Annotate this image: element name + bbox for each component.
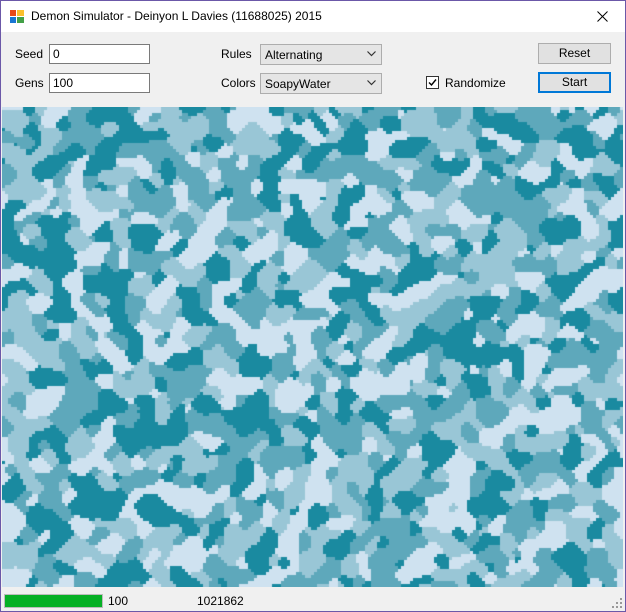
rules-label: Rules	[221, 47, 252, 61]
title-bar: Demon Simulator - Deinyon L Davies (1168…	[1, 1, 625, 32]
simulation-canvas-area[interactable]	[2, 107, 623, 587]
randomize-checkbox[interactable]	[426, 76, 439, 89]
rules-select[interactable]: Alternating	[260, 44, 382, 65]
status-bar: 100 1021862	[1, 590, 625, 611]
chevron-down-icon	[367, 51, 376, 57]
progress-bar	[4, 594, 103, 608]
check-icon	[428, 79, 437, 87]
seed-input[interactable]	[49, 44, 150, 64]
chevron-down-icon	[367, 80, 376, 86]
reset-button[interactable]: Reset	[538, 43, 611, 64]
gens-label: Gens	[15, 76, 44, 90]
colors-select[interactable]: SoapyWater	[260, 73, 382, 94]
generation-count: 100	[108, 594, 129, 608]
colors-select-value: SoapyWater	[265, 77, 331, 91]
close-icon	[596, 11, 608, 22]
rules-select-value: Alternating	[265, 48, 323, 62]
seed-label: Seed	[15, 47, 44, 61]
start-button[interactable]: Start	[538, 72, 611, 93]
simulation-canvas[interactable]	[2, 107, 623, 587]
close-button[interactable]	[579, 1, 625, 32]
randomize-label: Randomize	[445, 76, 506, 90]
gens-input[interactable]	[49, 73, 150, 93]
window-title: Demon Simulator - Deinyon L Davies (1168…	[31, 9, 322, 23]
colors-label: Colors	[221, 76, 256, 90]
progress-bar-fill	[5, 595, 102, 607]
app-icon	[10, 10, 24, 23]
cell-count: 1021862	[197, 594, 244, 608]
size-grip-icon	[612, 598, 622, 608]
main-window: Demon Simulator - Deinyon L Davies (1168…	[0, 0, 626, 612]
